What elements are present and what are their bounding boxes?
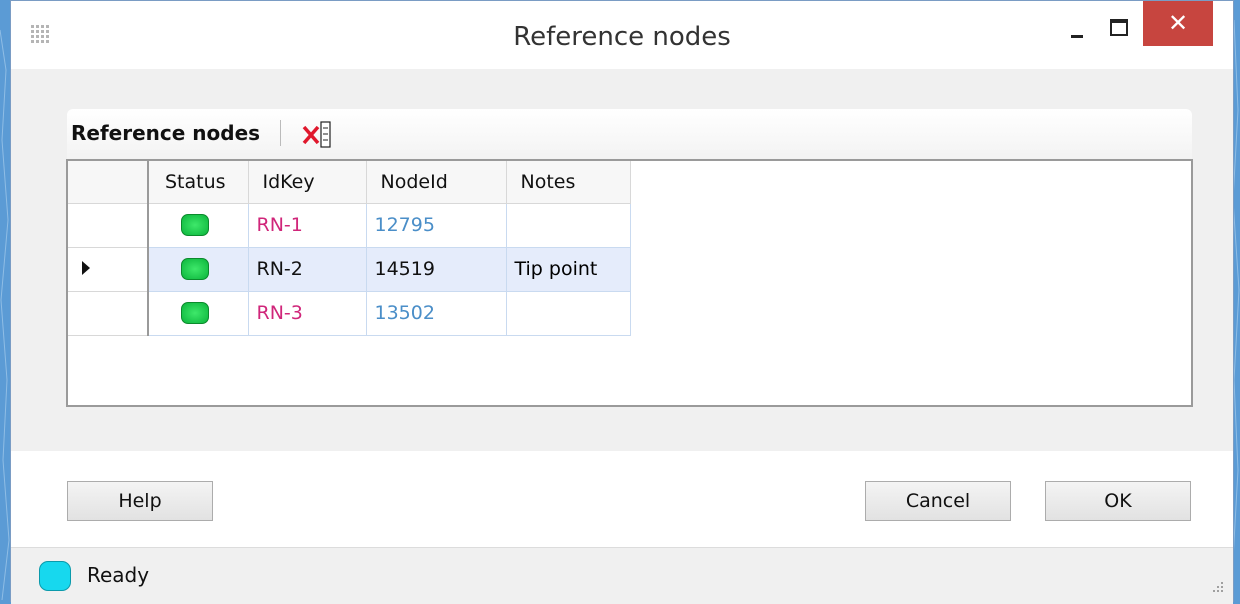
reference-nodes-grid[interactable]: Status IdKey NodeId Notes RN-1 12795 RN-… xyxy=(66,159,1193,407)
nodeid-cell[interactable]: 12795 xyxy=(366,203,507,248)
panel-title: Reference nodes xyxy=(71,121,261,145)
idkey-value: RN-1 xyxy=(256,214,303,236)
status-text: Ready xyxy=(87,563,150,587)
idkey-value: RN-3 xyxy=(256,302,303,324)
nodeid-value: 14519 xyxy=(374,258,435,280)
status-cell[interactable] xyxy=(148,203,249,248)
status-indicator-icon xyxy=(39,561,71,591)
idkey-cell[interactable]: RN-3 xyxy=(248,291,367,336)
status-green-icon xyxy=(181,302,209,325)
row-header-corner[interactable] xyxy=(68,161,149,204)
table-row[interactable]: RN-2 14519 Tip point xyxy=(68,247,631,292)
title-bar[interactable]: Reference nodes ✕ xyxy=(11,1,1233,69)
row-header[interactable] xyxy=(68,203,149,248)
window-title: Reference nodes xyxy=(513,22,731,52)
status-green-icon xyxy=(181,214,209,237)
nodeid-cell[interactable]: 14519 xyxy=(366,247,507,292)
column-header-notes[interactable]: Notes xyxy=(506,161,631,204)
row-header[interactable] xyxy=(68,291,149,336)
panel-header: Reference nodes xyxy=(67,109,1192,160)
column-header-status[interactable]: Status xyxy=(147,161,249,204)
status-bar: Ready xyxy=(11,547,1233,604)
dialog-window: Reference nodes ✕ Reference nodes Status… xyxy=(10,0,1234,604)
nodeid-cell[interactable]: 13502 xyxy=(366,291,507,336)
dialog-content: Reference nodes Status IdKey NodeId Note… xyxy=(11,69,1233,451)
row-header[interactable] xyxy=(68,247,149,292)
button-bar: Help Cancel OK xyxy=(11,451,1233,547)
notes-cell[interactable]: Tip point xyxy=(506,247,631,292)
delete-rows-icon[interactable] xyxy=(300,119,334,149)
idkey-cell[interactable]: RN-2 xyxy=(248,247,367,292)
help-button[interactable]: Help xyxy=(67,481,213,521)
resize-grip-icon[interactable] xyxy=(1209,580,1225,596)
status-cell[interactable] xyxy=(148,291,249,336)
status-green-icon xyxy=(181,258,209,281)
table-row[interactable]: RN-1 12795 xyxy=(68,203,631,248)
close-button[interactable]: ✕ xyxy=(1143,1,1213,46)
cancel-button[interactable]: Cancel xyxy=(865,481,1011,521)
column-header-nodeid[interactable]: NodeId xyxy=(366,161,507,204)
status-cell[interactable] xyxy=(148,247,249,292)
grid-header-row: Status IdKey NodeId Notes xyxy=(68,161,631,204)
notes-cell[interactable] xyxy=(506,203,631,248)
notes-cell[interactable] xyxy=(506,291,631,336)
nodeid-value: 12795 xyxy=(374,214,435,236)
ok-button[interactable]: OK xyxy=(1045,481,1191,521)
idkey-value: RN-2 xyxy=(256,258,303,280)
close-icon: ✕ xyxy=(1167,10,1189,37)
minimize-button[interactable] xyxy=(1059,15,1095,45)
current-row-arrow-icon xyxy=(82,261,90,275)
toolbar-separator xyxy=(280,120,281,146)
nodeid-value: 13502 xyxy=(374,302,435,324)
table-row[interactable]: RN-3 13502 xyxy=(68,291,631,336)
maximize-button[interactable] xyxy=(1101,11,1137,41)
idkey-cell[interactable]: RN-1 xyxy=(248,203,367,248)
column-header-idkey[interactable]: IdKey xyxy=(248,161,367,204)
grid-table: Status IdKey NodeId Notes RN-1 12795 RN-… xyxy=(68,161,631,336)
